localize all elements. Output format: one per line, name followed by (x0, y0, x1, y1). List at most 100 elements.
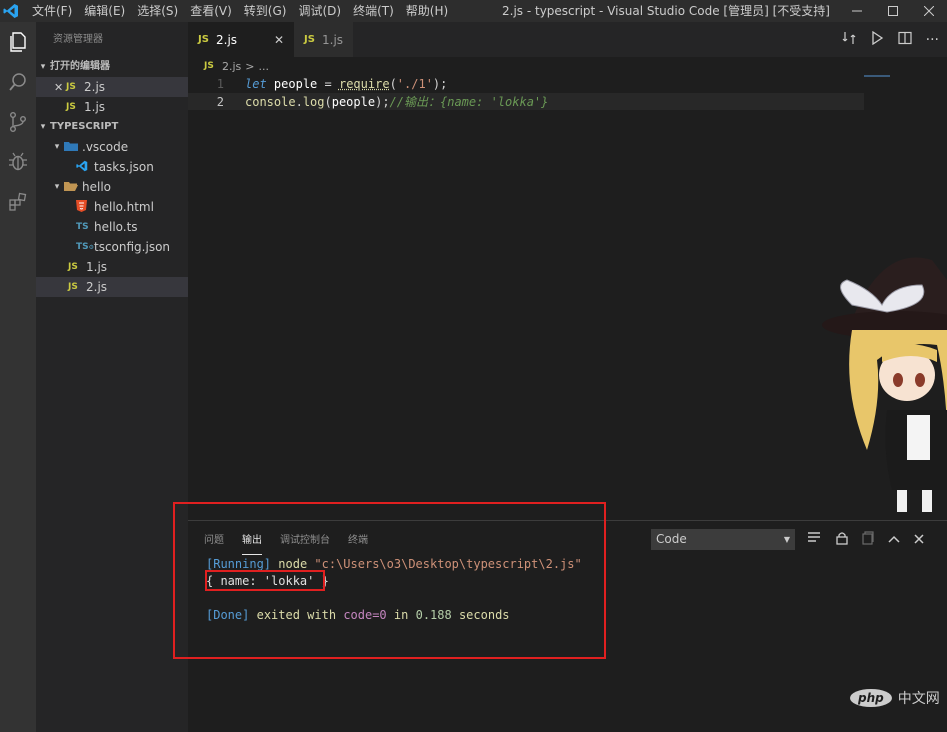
panel-actions (808, 529, 924, 550)
vscode-logo-icon (0, 0, 22, 22)
open-editor-item-2js[interactable]: ✕ JS 2.js (36, 77, 188, 97)
editor-actions: ··· (842, 22, 939, 57)
split-editor-icon[interactable] (898, 31, 912, 48)
close-icon[interactable]: ✕ (54, 81, 66, 94)
line-number: 2 (216, 95, 224, 109)
workspace-header[interactable]: ▾ TYPESCRIPT (36, 117, 188, 137)
menu-view[interactable]: 查看(V) (184, 0, 238, 22)
explorer-sidebar: 资源管理器 ▾ 打开的编辑器 ✕ JS 2.js JS 1.js ▾ TYPES… (36, 22, 188, 732)
lock-scroll-icon[interactable] (836, 531, 848, 548)
mascot-sticker-image (812, 250, 947, 520)
menu-help[interactable]: 帮助(H) (400, 0, 454, 22)
tree-file-tasks[interactable]: tasks.json (36, 157, 188, 177)
sidebar-title: 资源管理器 (53, 34, 103, 45)
title-bar: 文件(F) 编辑(E) 选择(S) 查看(V) 转到(G) 调试(D) 终端(T… (0, 0, 947, 22)
js-file-icon: JS (66, 82, 76, 92)
code-line: 2 console.log(people);//输出：{name: 'lokka… (188, 93, 864, 110)
menu-terminal[interactable]: 终端(T) (347, 0, 400, 22)
code-content: let people = require('./1'); (245, 77, 448, 91)
explorer-icon[interactable] (0, 22, 36, 62)
open-editor-label: 1.js (84, 100, 106, 114)
more-actions-icon[interactable]: ··· (926, 32, 939, 48)
breadcrumb-file[interactable]: 2.js (222, 60, 241, 73)
open-editors-header[interactable]: ▾ 打开的编辑器 (36, 57, 188, 77)
tree-label: hello.html (94, 200, 154, 214)
search-icon[interactable] (0, 62, 36, 102)
run-icon[interactable] (870, 30, 884, 48)
minimize-button[interactable] (839, 0, 875, 22)
window-controls (839, 0, 947, 22)
maximize-panel-icon[interactable] (888, 533, 900, 547)
tree-label: tsconfig.json (94, 240, 171, 254)
code-editor[interactable]: 1 let people = require('./1'); 2 console… (188, 75, 864, 520)
folder-open-icon (64, 181, 82, 194)
tree-folder-vscode[interactable]: ▾ .vscode (36, 137, 188, 157)
tab-label: 2.js (216, 32, 238, 47)
close-panel-icon[interactable] (914, 533, 924, 547)
tree-file-2js[interactable]: JS 2.js (36, 277, 188, 297)
watermark-text: 中文网 (897, 691, 940, 707)
open-editors-label: 打开的编辑器 (50, 61, 110, 72)
window-title: 2.js - typescript - Visual Studio Code [… (502, 4, 830, 18)
menu-selection[interactable]: 选择(S) (131, 0, 184, 22)
tab-1js[interactable]: JS 1.js (294, 22, 354, 57)
chevron-down-icon: ▾ (54, 182, 60, 192)
activity-bar (0, 22, 36, 732)
breadcrumb: JS 2.js > ... (188, 57, 947, 75)
tree-label: 2.js (86, 280, 108, 294)
minimap-line (864, 75, 890, 77)
tab-2js[interactable]: JS 2.js ✕ (188, 22, 294, 57)
chevron-down-icon: ▾ (54, 142, 60, 152)
tsconfig-file-icon: TS⚙ (76, 242, 95, 252)
ts-icon-label: TS (76, 242, 89, 252)
menu-go[interactable]: 转到(G) (238, 0, 293, 22)
output-channel-select[interactable]: Code ▼ (651, 529, 795, 550)
js-file-icon: JS (68, 282, 78, 292)
tree-file-hello-ts[interactable]: TS hello.ts (36, 217, 188, 237)
js-file-icon: JS (68, 262, 78, 272)
chevron-down-icon: ▾ (40, 122, 46, 132)
menu-file[interactable]: 文件(F) (26, 0, 78, 22)
tree-file-1js[interactable]: JS 1.js (36, 257, 188, 277)
tree-label: hello (82, 180, 111, 194)
breadcrumb-more[interactable]: ... (259, 60, 270, 73)
tree-file-tsconfig[interactable]: TS⚙ tsconfig.json (36, 237, 188, 257)
chevron-down-icon: ▾ (40, 62, 46, 72)
js-file-icon: JS (66, 102, 76, 112)
breadcrumb-separator: > (245, 59, 255, 73)
extensions-icon[interactable] (0, 182, 36, 222)
debug-icon[interactable] (0, 142, 36, 182)
workspace-label: TYPESCRIPT (50, 121, 119, 132)
tree-label: tasks.json (94, 160, 154, 174)
maximize-button[interactable] (875, 0, 911, 22)
menu-bar: 文件(F) 编辑(E) 选择(S) 查看(V) 转到(G) 调试(D) 终端(T… (26, 0, 454, 22)
watermark: php 中文网 (850, 688, 940, 708)
tree-label: .vscode (82, 140, 129, 154)
tree-folder-hello[interactable]: ▾ hello (36, 177, 188, 197)
menu-edit[interactable]: 编辑(E) (78, 0, 131, 22)
js-file-icon: JS (204, 61, 214, 71)
code-line: 1 let people = require('./1'); (188, 76, 864, 93)
select-value: Code (656, 532, 687, 546)
open-editor-item-1js[interactable]: JS 1.js (36, 97, 188, 117)
close-icon[interactable]: ✕ (274, 33, 284, 47)
open-log-icon[interactable] (862, 531, 874, 548)
vscode-file-icon (76, 160, 94, 175)
tab-label: 1.js (322, 32, 344, 47)
tree-label: hello.ts (94, 220, 138, 234)
menu-debug[interactable]: 调试(D) (292, 0, 347, 22)
clear-output-icon[interactable] (808, 532, 822, 547)
php-logo: php (850, 689, 892, 707)
highlight-box-result (205, 570, 325, 591)
close-window-button[interactable] (911, 0, 947, 22)
dropdown-arrow-icon: ▼ (783, 535, 790, 544)
html-file-icon (76, 199, 94, 215)
source-control-icon[interactable] (0, 102, 36, 142)
js-file-icon: JS (198, 34, 209, 45)
open-changes-icon[interactable] (842, 31, 856, 48)
line-number: 1 (216, 77, 224, 91)
tree-file-hello-html[interactable]: hello.html (36, 197, 188, 217)
ts-file-icon: TS (76, 222, 89, 232)
code-content: console.log(people);//输出：{name: 'lokka'} (245, 95, 549, 109)
js-file-icon: JS (304, 34, 315, 45)
